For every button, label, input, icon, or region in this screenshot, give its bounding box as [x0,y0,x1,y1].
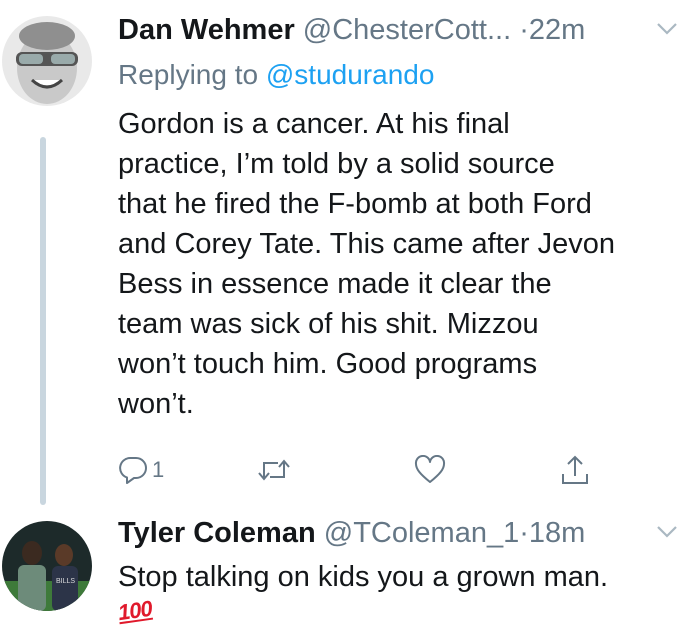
author-handle[interactable]: @TColeman_1 [324,517,519,549]
tweet-text-line: Stop talking on kids you a grown man. [118,561,609,593]
tweet-text-line: won’t. [118,388,194,420]
tweet-thread: Dan Wehmer @ChesterCott... ·22m Replying… [0,0,692,642]
like-button[interactable] [414,452,446,488]
tweet-text: Gordon is a cancer. At his final practic… [118,104,688,424]
separator-dot: · [519,14,529,46]
reply-button[interactable]: 1 [118,452,164,488]
share-button[interactable] [560,452,590,488]
tweet-text-line: won’t touch him. Good programs [118,348,538,380]
tweet-header: Dan Wehmer @ChesterCott... ·22m [118,12,585,48]
replying-to-label: Replying to [118,59,259,90]
avatar-photo [2,16,92,106]
reply-icon [119,457,147,484]
reply-count: 1 [152,457,165,482]
tweet-text: Stop talking on kids you a grown man. [118,557,688,597]
author-name[interactable]: Dan Wehmer [118,14,295,46]
heart-icon [414,455,446,483]
tweet[interactable]: BILLS Tyler Coleman @TColeman_1·18m Stop… [0,505,692,642]
retweet-button[interactable] [256,452,292,488]
reply-mention-link[interactable]: @studurando [266,59,435,90]
tweet-text-line: team was sick of his shit. Mizzou [118,308,539,340]
chevron-down-icon[interactable] [656,22,678,36]
retweet-icon [258,459,290,481]
author-name[interactable]: Tyler Coleman [118,517,316,549]
tweet[interactable]: Dan Wehmer @ChesterCott... ·22m Replying… [0,0,692,505]
avatar[interactable]: BILLS [2,521,92,611]
author-handle[interactable]: @ChesterCott... [303,14,511,46]
avatar[interactable] [2,16,92,106]
tweet-text-line: Gordon is a cancer. At his final [118,108,510,140]
hundred-points-emoji: 100 [116,595,154,626]
tweet-actions: 1 [118,452,588,488]
tweet-text-line: Bess in essence made it clear the [118,268,552,300]
separator-dot: · [519,517,529,549]
avatar-photo: BILLS [2,521,92,611]
timestamp[interactable]: 22m [529,14,585,46]
share-icon [562,455,588,484]
tweet-text-line: and Corey Tate. This came after Jevon [118,228,616,260]
tweet-text-line: that he fired the F-bomb at both Ford [118,188,592,220]
tweet-text-line: practice, I’m told by a solid source [118,148,555,180]
thread-connector-line [40,137,46,505]
svg-text:BILLS: BILLS [56,578,75,585]
timestamp[interactable]: 18m [529,517,585,549]
replying-to: Replying to @studurando [118,57,434,93]
chevron-down-icon[interactable] [656,525,678,539]
tweet-header: Tyler Coleman @TColeman_1·18m [118,515,585,551]
